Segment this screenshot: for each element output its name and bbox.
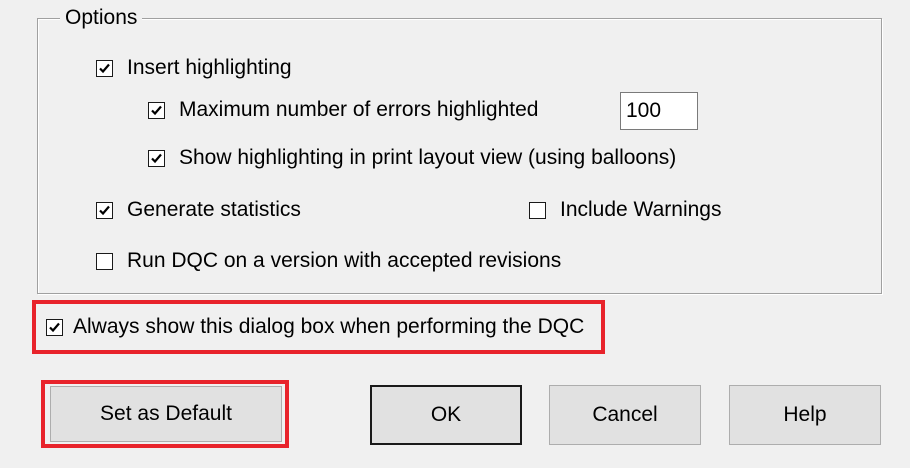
max-errors-input[interactable] [620, 92, 698, 130]
insert-highlighting-label: Insert highlighting [127, 53, 292, 83]
generate-statistics-label: Generate statistics [127, 198, 301, 221]
show-print-layout-checkbox[interactable]: Show highlighting in print layout view (… [148, 143, 676, 173]
help-button[interactable]: Help [729, 385, 881, 445]
run-dqc-accepted-label: Run DQC on a version with accepted revis… [127, 249, 562, 272]
checkbox-box[interactable] [46, 318, 63, 336]
checkmark-icon [99, 63, 110, 73]
checkbox-box[interactable] [96, 59, 113, 77]
set-as-default-button[interactable]: Set as Default [50, 386, 282, 442]
options-group-label: Options [60, 6, 143, 30]
ok-button[interactable]: OK [370, 385, 522, 445]
run-dqc-accepted-checkbox[interactable]: Run DQC on a version with accepted revis… [96, 246, 561, 276]
checkbox-box[interactable] [148, 149, 165, 167]
always-show-checkbox[interactable]: Always show this dialog box when perform… [46, 312, 584, 342]
checkmark-icon [151, 153, 162, 163]
generate-statistics-checkbox[interactable]: Generate statistics [96, 195, 301, 225]
checkbox-box[interactable] [96, 201, 113, 219]
checkbox-box[interactable] [148, 101, 165, 119]
checkbox-box[interactable] [96, 252, 113, 270]
checkbox-box[interactable] [529, 201, 546, 219]
checkmark-icon [49, 322, 60, 332]
include-warnings-checkbox[interactable]: Include Warnings [529, 195, 721, 225]
always-show-label: Always show this dialog box when perform… [73, 315, 585, 338]
checkmark-icon [151, 105, 162, 115]
insert-highlighting-checkbox[interactable]: Insert highlighting [96, 53, 292, 83]
checkmark-icon [99, 205, 110, 215]
max-errors-checkbox[interactable]: Maximum number of errors highlighted [148, 95, 538, 125]
show-print-layout-label: Show highlighting in print layout view (… [179, 146, 677, 169]
insert-highlighting-text: Insert highlighting [127, 56, 292, 79]
include-warnings-label: Include Warnings [560, 198, 722, 221]
cancel-button[interactable]: Cancel [549, 385, 701, 445]
max-errors-label: Maximum number of errors highlighted [179, 98, 539, 121]
